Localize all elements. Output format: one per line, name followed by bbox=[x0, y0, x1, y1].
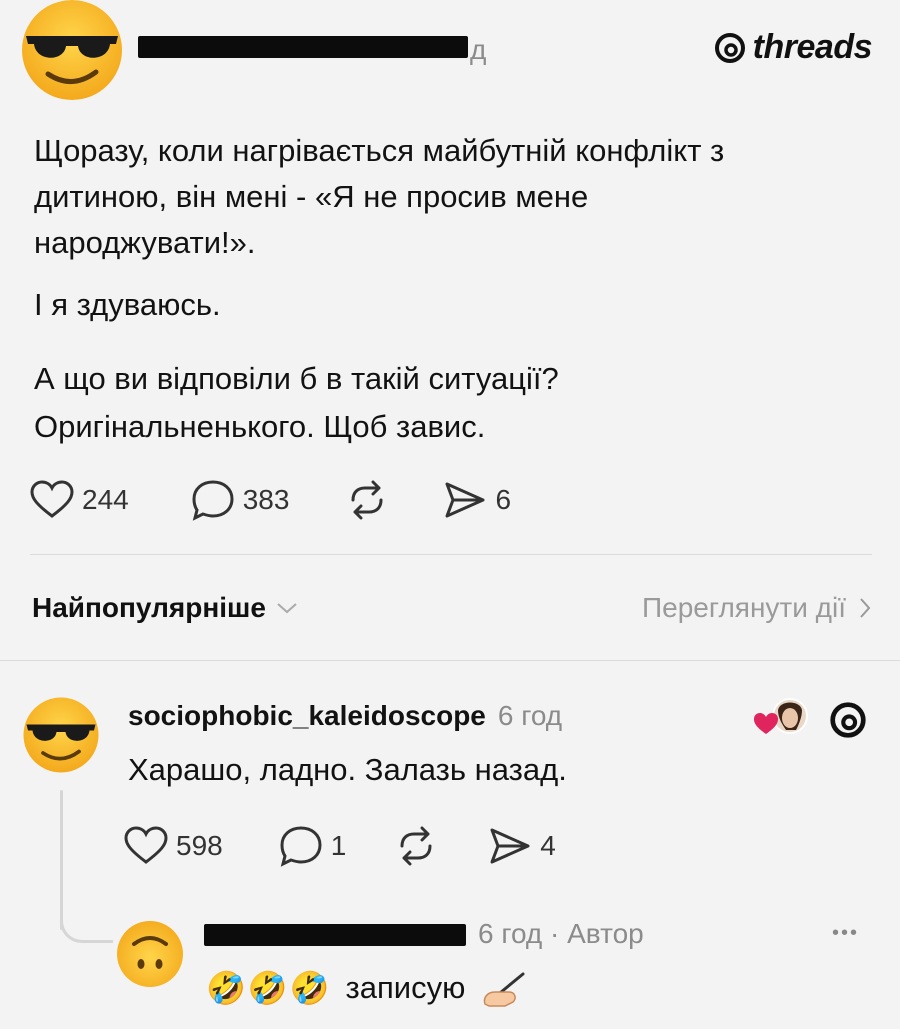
comment-bubble-icon bbox=[280, 826, 322, 867]
post-line-6: Оригінальненького. Щоб завис. bbox=[34, 409, 486, 444]
laughing-emojis: 🤣🤣🤣 bbox=[206, 970, 332, 1006]
comment1-like-count: 598 bbox=[176, 830, 223, 861]
comment2-body: 🤣🤣🤣 записую bbox=[206, 968, 529, 1008]
comment1-actions: 598 1 4 bbox=[124, 825, 556, 867]
threads-wordmark: threads bbox=[752, 28, 873, 66]
post-line-5: А що ви відповіли б в такій ситуації? bbox=[34, 361, 559, 396]
comment1-header: sociophobic_kaleidoscope 6 год bbox=[128, 700, 562, 732]
redacted-username bbox=[138, 36, 468, 58]
comment1-reply-button[interactable]: 1 bbox=[279, 825, 347, 867]
heart-icon bbox=[124, 826, 168, 864]
author-avatar[interactable] bbox=[20, 0, 124, 100]
send-icon bbox=[490, 828, 530, 864]
view-activity-link[interactable]: Переглянути дії bbox=[642, 592, 872, 624]
post-line-4: І я здуваюсь. bbox=[34, 287, 221, 322]
comment-count: 383 bbox=[242, 484, 290, 515]
comment1-repost-button[interactable] bbox=[394, 826, 438, 866]
comment2-more-button[interactable]: ••• bbox=[832, 922, 859, 945]
threads-logo-icon bbox=[830, 702, 866, 738]
threads-logo-icon bbox=[714, 32, 745, 63]
sunglasses-emoji-icon bbox=[22, 0, 122, 100]
share-count: 6 bbox=[495, 484, 512, 515]
sort-dropdown[interactable]: Найпопулярніше bbox=[32, 592, 298, 624]
commenter-avatar[interactable] bbox=[22, 696, 100, 774]
upside-down-face-icon bbox=[117, 921, 183, 987]
threads-brand[interactable]: threads bbox=[713, 28, 873, 67]
post-time: д bbox=[470, 34, 487, 65]
post-line-3: народжувати!». bbox=[34, 225, 256, 260]
comment1-share-button[interactable]: 4 bbox=[488, 826, 556, 866]
comment-bubble-icon bbox=[192, 480, 234, 521]
repost-button[interactable] bbox=[345, 480, 389, 520]
view-activity-label: Переглянути дії bbox=[642, 592, 846, 623]
comment1-share-count: 4 bbox=[540, 830, 556, 861]
share-button[interactable]: 6 bbox=[443, 480, 511, 520]
section-divider bbox=[0, 660, 900, 661]
threads-comment-icon[interactable] bbox=[828, 700, 868, 745]
comment-button[interactable]: 383 bbox=[191, 479, 290, 521]
sort-label: Найпопулярніше bbox=[32, 592, 266, 623]
like-count: 244 bbox=[82, 484, 129, 515]
chevron-down-icon bbox=[277, 603, 297, 614]
post-divider bbox=[30, 554, 872, 555]
heart-avatar-icon bbox=[754, 698, 808, 734]
chevron-right-icon bbox=[860, 598, 871, 618]
writing-hand-icon bbox=[484, 972, 525, 1007]
repost-icon bbox=[351, 480, 383, 520]
redacted-author-username bbox=[204, 924, 466, 946]
send-icon bbox=[445, 482, 485, 518]
comment1-text: Харашо, ладно. Залазь назад. bbox=[128, 752, 567, 787]
like-button[interactable]: 244 bbox=[30, 480, 129, 520]
repost-icon bbox=[400, 826, 432, 866]
comment1-time: 6 год bbox=[497, 700, 563, 731]
post-line-2: дитиною, він мені - «Я не просив мене bbox=[34, 179, 589, 214]
comment2-text: записую bbox=[345, 970, 466, 1005]
author-reply-avatar[interactable] bbox=[116, 920, 184, 988]
post-line-1: Щоразу, коли нагрівається майбутній конф… bbox=[34, 133, 725, 168]
liked-by-author-badge bbox=[752, 696, 810, 740]
post-actions: 244 383 6 bbox=[30, 478, 511, 522]
heart-icon bbox=[30, 480, 74, 518]
comment2-time: 6 год · Автор bbox=[478, 918, 644, 949]
thread-connector-curve bbox=[60, 900, 113, 943]
comment1-like-button[interactable]: 598 bbox=[124, 826, 223, 866]
sunglasses-emoji-icon bbox=[23, 697, 99, 773]
comment1-reply-count: 1 bbox=[330, 830, 347, 861]
comment1-username[interactable]: sociophobic_kaleidoscope bbox=[128, 700, 486, 732]
